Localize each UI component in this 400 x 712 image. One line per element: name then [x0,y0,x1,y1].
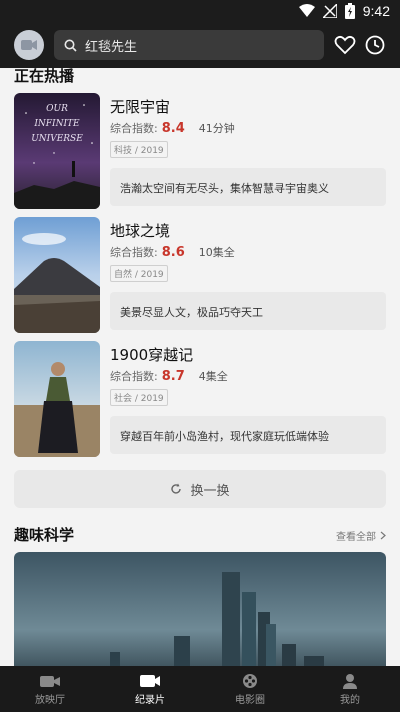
svg-text:INFINITE: INFINITE [33,119,80,129]
profile-icon [343,673,357,689]
item-tag: 科技 / 2019 [110,141,168,158]
top-bar: 9:42 红毯先生 [0,0,400,68]
poster-1900[interactable] [14,341,100,457]
status-bar: 9:42 [0,0,400,24]
item-meta: 综合指数: 8.4 41分钟 [110,120,235,136]
search-text: 红毯先生 [85,39,138,55]
wifi-icon [298,4,315,17]
nav-label: 电影圈 [235,694,265,706]
heart-icon[interactable] [334,34,356,56]
search-input[interactable]: 红毯先生 [54,30,324,60]
item-meta: 综合指数: 8.7 4集全 [110,368,228,384]
see-all-link[interactable]: 查看全部 [336,528,386,543]
nav-label: 放映厅 [35,694,65,706]
score-label: 综合指数: [110,370,158,383]
item-title: 地球之境 [110,222,171,240]
item-desc: 穿越百年前小岛渔村，现代家庭玩低端体验 [110,416,386,454]
refresh-label: 换一换 [190,483,230,499]
nav-label: 纪录片 [135,694,165,706]
item-tag: 自然 / 2019 [110,265,168,282]
score-value: 8.7 [161,369,185,384]
list-item[interactable]: OUR INFINITE UNIVERSE 无限宇宙 综合指数: 8.4 41分… [14,93,386,209]
list-item[interactable]: 1900穿越记 综合指数: 8.7 4集全 社会 / 2019 穿越百年前小岛渔… [14,341,386,457]
header: 红毯先生 [0,26,400,64]
section-title-hot: 正在热播 [14,68,75,85]
score-label: 综合指数: [110,122,158,135]
item-extra: 10集全 [198,246,235,259]
avatar-icon[interactable] [14,30,44,60]
nav-item-theater[interactable]: 放映厅 [0,666,100,712]
video-icon [140,674,160,687]
nav-item-documentary[interactable]: 纪录片 [100,666,200,712]
camera-icon [40,675,60,687]
item-desc: 浩瀚太空间有无尽头，集体智慧寻宇宙奥义 [110,168,386,206]
bottom-nav: 放映厅 纪录片 电影圈 我的 [0,666,400,712]
nav-item-mine[interactable]: 我的 [300,666,400,712]
status-time: 9:42 [362,3,390,19]
item-title: 无限宇宙 [110,98,171,116]
section-title-science: 趣味科学 [14,526,75,544]
poster-earth[interactable] [14,217,100,333]
see-all-label: 查看全部 [336,532,376,543]
item-meta: 综合指数: 8.6 10集全 [110,244,235,260]
refresh-icon [171,483,182,494]
nav-label: 我的 [340,694,360,706]
list-item[interactable]: 地球之境 综合指数: 8.6 10集全 自然 / 2019 美景尽显人文，极品巧… [14,217,386,333]
chevron-right-icon [380,531,386,540]
search-icon [64,39,77,52]
item-extra: 41分钟 [198,122,235,135]
refresh-button[interactable]: 换一换 [14,470,386,508]
nav-item-movie-circle[interactable]: 电影圈 [200,666,300,712]
content-area: 正在热播 OUR INFINITE UNIVERSE 无限宇宙 综合指数: 8.… [0,68,400,666]
item-extra: 4集全 [198,370,228,383]
clock-icon[interactable] [364,34,386,56]
signal-icon [322,4,337,18]
score-value: 8.4 [161,121,185,136]
item-tag: 社会 / 2019 [110,389,168,406]
film-reel-icon [243,673,257,688]
score-label: 综合指数: [110,246,158,259]
item-desc: 美景尽显人文，极品巧夺天工 [110,292,386,330]
item-title: 1900穿越记 [110,346,194,364]
svg-text:UNIVERSE: UNIVERSE [31,134,83,144]
battery-icon [344,3,355,19]
poster-universe[interactable]: OUR INFINITE UNIVERSE [14,93,100,209]
svg-text:OUR: OUR [46,104,68,114]
score-value: 8.6 [161,245,185,260]
featured-banner[interactable] [14,552,386,666]
